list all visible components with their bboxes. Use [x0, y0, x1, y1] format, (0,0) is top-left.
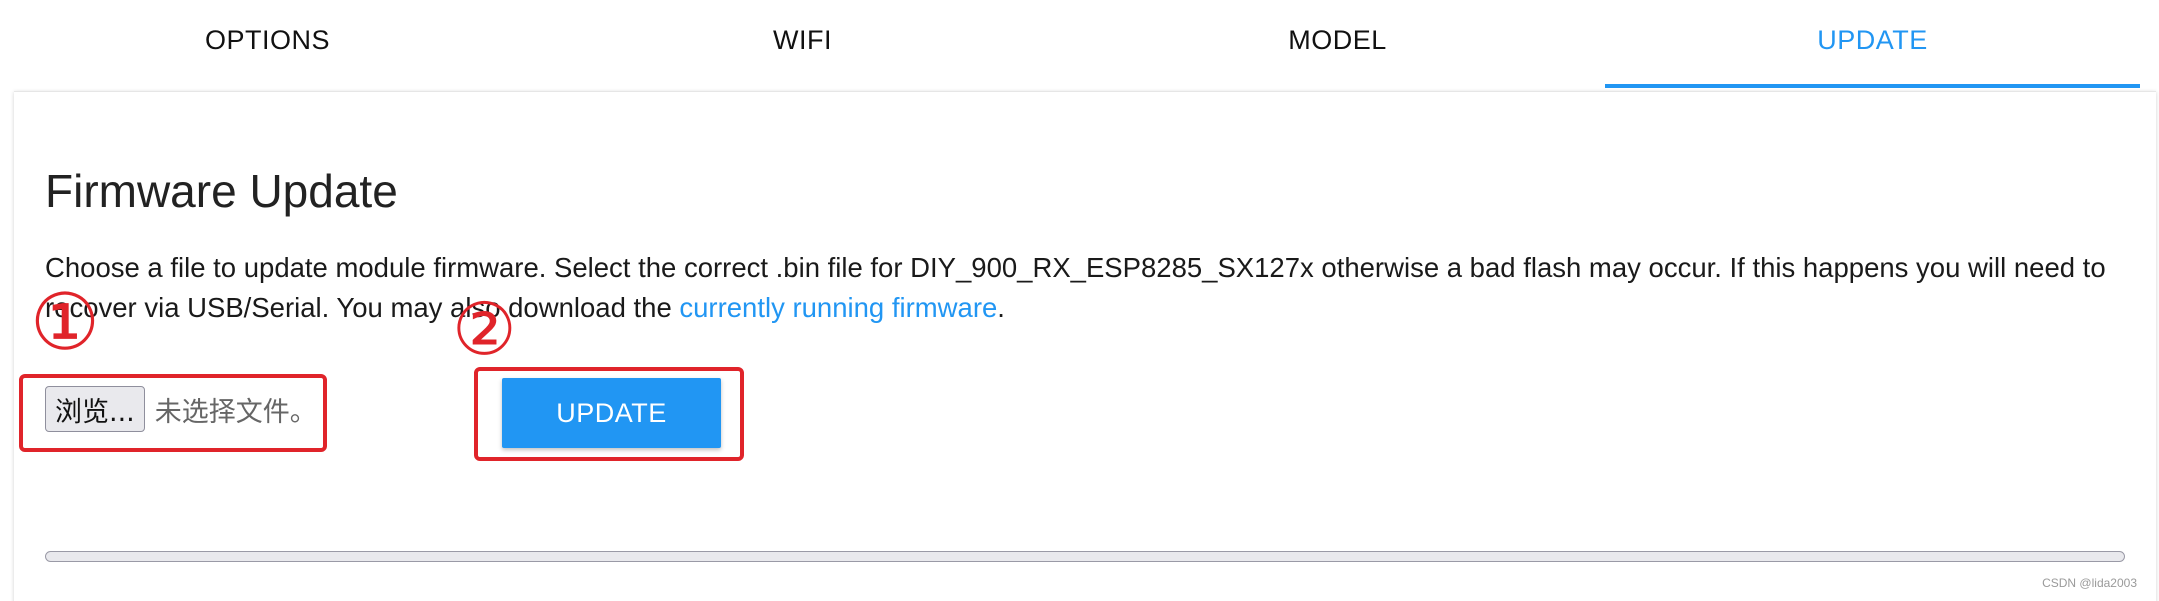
current-firmware-link[interactable]: currently running firmware	[679, 292, 997, 323]
update-description: Choose a file to update module firmware.…	[45, 248, 2125, 328]
watermark: CSDN @lida2003	[2042, 576, 2137, 590]
tab-bar: OPTIONS WIFI MODEL UPDATE	[0, 0, 2159, 92]
annotation-box-update-button	[474, 367, 744, 461]
tab-model[interactable]: MODEL	[1070, 0, 1605, 88]
annotation-marker-1: ①	[30, 278, 100, 368]
tab-update[interactable]: UPDATE	[1605, 0, 2140, 88]
tab-options[interactable]: OPTIONS	[0, 0, 535, 88]
description-end: .	[997, 292, 1005, 323]
annotation-marker-2: ②	[452, 287, 517, 371]
tab-wifi[interactable]: WIFI	[535, 0, 1070, 88]
annotation-box-file-input	[19, 374, 327, 452]
page: OPTIONS WIFI MODEL UPDATE Firmware Updat…	[0, 0, 2159, 601]
description-text: Choose a file to update module firmware.…	[45, 252, 2106, 323]
upload-progress-bar	[45, 551, 2125, 562]
page-title: Firmware Update	[45, 165, 398, 217]
